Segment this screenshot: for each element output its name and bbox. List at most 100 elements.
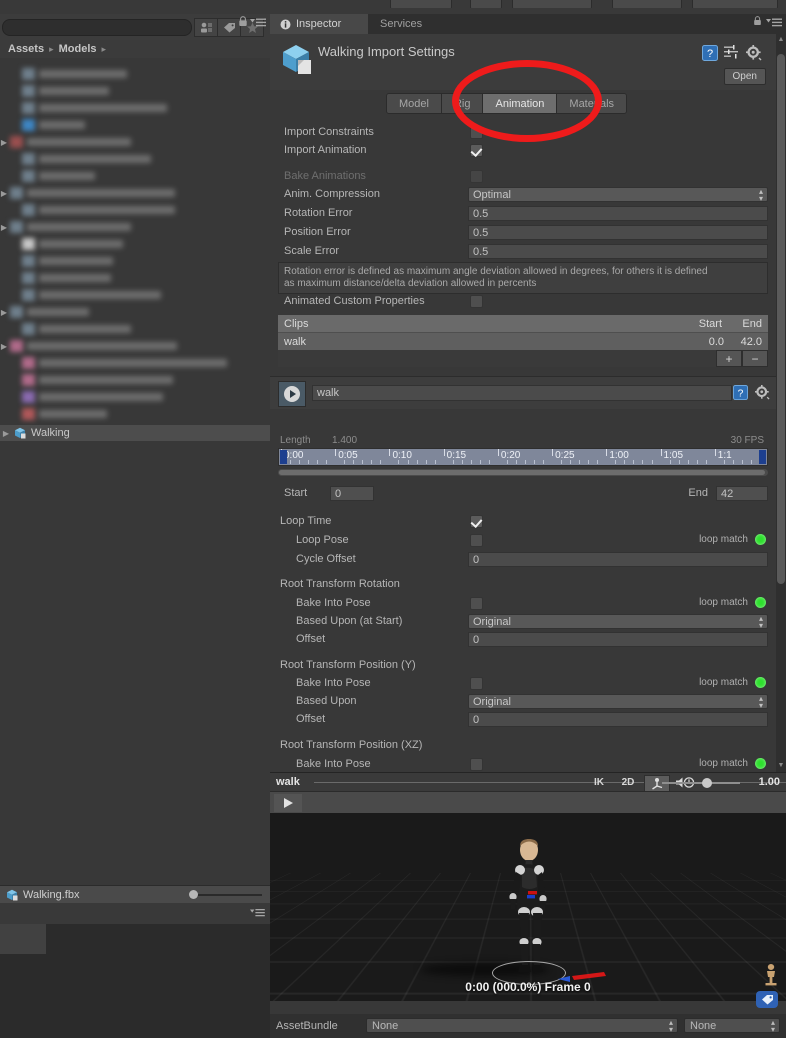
tree-item[interactable]	[0, 355, 270, 371]
chevron-right-icon[interactable]: ▶	[0, 308, 10, 317]
tree-item[interactable]: ▶	[0, 219, 270, 235]
timeline-start-handle[interactable]	[280, 450, 287, 464]
tree-item[interactable]	[0, 321, 270, 337]
panel-menu-icon[interactable]	[250, 17, 266, 31]
tree-item[interactable]	[0, 83, 270, 99]
field-rotation-error[interactable]: Rotation Error 0.5	[270, 204, 776, 223]
posxz-bake-into-pose-checkbox[interactable]	[470, 758, 483, 771]
position-error-input[interactable]: 0.5	[468, 225, 768, 240]
field-animated-custom-properties[interactable]: Animated Custom Properties	[270, 292, 776, 311]
thumbnail-zoom-slider[interactable]	[190, 894, 262, 896]
avatar-mask-icon[interactable]	[194, 18, 218, 37]
tree-item[interactable]	[0, 287, 270, 303]
field-posy-based-upon[interactable]: Based Upon Original ▴ ▾	[270, 692, 776, 711]
rot-based-upon-dropdown[interactable]: Original ▴ ▾	[468, 614, 768, 629]
rot-offset-input[interactable]: 0	[468, 632, 768, 647]
tree-item[interactable]	[0, 406, 270, 422]
tree-item[interactable]	[0, 202, 270, 218]
timeline-ruler[interactable]: 0:00 0:05 0:10 0:15 0:20 0:25 1:00 1:05 1:1	[278, 448, 768, 466]
timeline-end-handle[interactable]	[759, 450, 766, 464]
chevron-right-icon[interactable]: ▶	[0, 223, 10, 232]
breadcrumb-item-assets[interactable]: Assets	[8, 43, 44, 55]
tree-item[interactable]	[0, 372, 270, 388]
tab-services[interactable]: Services	[370, 14, 432, 34]
posy-offset-input[interactable]: 0	[468, 712, 768, 727]
chevron-right-icon[interactable]: ▶	[0, 189, 10, 198]
field-scale-error[interactable]: Scale Error 0.5	[270, 242, 776, 261]
asset-tree[interactable]: ▶ ▶ ▶ ▶ ▶ ▶ Walking	[0, 58, 270, 903]
tab-materials[interactable]: Materials	[557, 94, 627, 113]
tree-item[interactable]	[0, 117, 270, 133]
scroll-down-arrow-icon[interactable]: ▼	[777, 762, 785, 770]
timeline-scrollbar[interactable]	[278, 469, 768, 476]
tree-item[interactable]: ▶	[0, 338, 270, 354]
field-rot-based-upon[interactable]: Based Upon (at Start) Original ▴ ▾	[270, 612, 776, 631]
tree-item[interactable]: ▶	[0, 134, 270, 150]
import-settings-pills[interactable]: Model Rig Animation Materials	[386, 93, 628, 114]
tag-icon[interactable]	[756, 991, 778, 1008]
field-anim-compression[interactable]: Anim. Compression Optimal ▴ ▾	[270, 185, 776, 204]
panel-menu-icon-inspector[interactable]	[766, 17, 782, 31]
chevron-right-icon[interactable]: ▶	[0, 342, 10, 351]
tree-item[interactable]: ▶	[0, 304, 270, 320]
scroll-up-arrow-icon[interactable]: ▲	[777, 36, 785, 44]
asset-bundle-variant-dropdown[interactable]: None ▴ ▾	[684, 1018, 780, 1033]
field-position-error[interactable]: Position Error 0.5	[270, 223, 776, 242]
import-animation-checkbox[interactable]	[470, 144, 483, 157]
field-rot-bake-into-pose[interactable]: Bake Into Pose loop match	[270, 594, 776, 613]
field-loop-time[interactable]: Loop Time	[270, 512, 776, 531]
animated-custom-properties-checkbox[interactable]	[470, 295, 483, 308]
panel-menu-icon-bottom[interactable]	[250, 908, 265, 921]
animation-preview-viewport[interactable]: 0:00 (000.0%) Frame 0	[270, 813, 786, 1001]
help-icon-clip[interactable]: ?	[733, 385, 748, 403]
scale-error-input[interactable]: 0.5	[468, 244, 768, 259]
import-constraints-checkbox[interactable]	[470, 126, 483, 139]
field-cycle-offset[interactable]: Cycle Offset 0	[270, 550, 776, 569]
table-row[interactable]: walk 0.0 42.0	[278, 332, 768, 350]
breadcrumb[interactable]: Assets ▸ Models ▸	[0, 40, 270, 58]
main-toolbar-strip[interactable]	[0, 0, 786, 14]
anim-compression-dropdown[interactable]: Optimal ▴ ▾	[468, 187, 768, 202]
tab-rig[interactable]: Rig	[441, 94, 484, 113]
field-posy-offset[interactable]: Offset 0	[270, 710, 776, 729]
tree-item[interactable]	[0, 236, 270, 252]
clip-name-input[interactable]: walk	[312, 385, 732, 401]
tree-item[interactable]	[0, 270, 270, 286]
search-input[interactable]	[2, 19, 192, 36]
tree-item[interactable]	[0, 66, 270, 82]
inspector-scrollbar-thumb[interactable]	[777, 54, 785, 584]
timeline-scrollbar-thumb[interactable]	[279, 470, 765, 475]
preset-icon[interactable]	[724, 45, 742, 61]
breadcrumb-item-models[interactable]: Models	[59, 43, 97, 55]
tab-animation[interactable]: Animation	[483, 94, 558, 113]
play-icon[interactable]	[274, 794, 302, 812]
loop-time-checkbox[interactable]	[470, 515, 483, 528]
thumbnail-zoom-knob[interactable]	[189, 890, 198, 899]
add-clip-button[interactable]: +	[716, 350, 742, 367]
2d-button[interactable]: 2D	[616, 775, 640, 790]
tree-item-walking[interactable]: ▶ Walking	[0, 425, 270, 441]
help-icon[interactable]: ?	[702, 45, 720, 61]
gear-icon-clip[interactable]	[755, 385, 770, 403]
inspector-scrollbar[interactable]: ▲ ▼	[776, 34, 786, 772]
preview-speed-slider[interactable]	[662, 782, 740, 784]
posy-based-upon-dropdown[interactable]: Original ▴ ▾	[468, 694, 768, 709]
tree-item[interactable]	[0, 168, 270, 184]
loop-pose-checkbox[interactable]	[470, 534, 483, 547]
cycle-offset-input[interactable]: 0	[468, 552, 768, 567]
ik-button[interactable]: IK	[588, 775, 610, 790]
chevron-right-icon[interactable]: ▶	[0, 138, 10, 147]
end-input[interactable]: 42	[716, 486, 768, 501]
tab-inspector[interactable]: Inspector	[270, 14, 368, 34]
remove-clip-button[interactable]: −	[742, 350, 768, 367]
tree-item[interactable]: ▶	[0, 185, 270, 201]
avatar-icon[interactable]	[764, 964, 778, 986]
rotation-error-input[interactable]: 0.5	[468, 206, 768, 221]
preview-speed-knob[interactable]	[702, 778, 712, 788]
field-posxz-bake-into-pose[interactable]: Bake Into Pose loop match	[270, 755, 776, 772]
tree-item[interactable]	[0, 253, 270, 269]
tree-item[interactable]	[0, 389, 270, 405]
start-input[interactable]: 0	[330, 486, 374, 501]
play-circle-icon[interactable]	[278, 381, 306, 407]
field-rot-offset[interactable]: Offset 0	[270, 630, 776, 649]
